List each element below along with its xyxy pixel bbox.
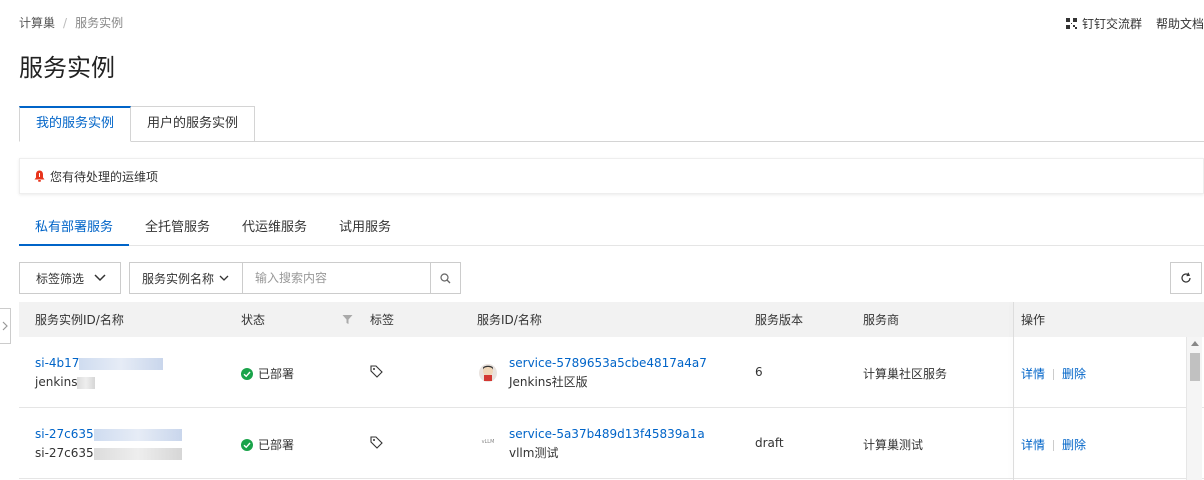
actions-cell: 详情 删除 — [1021, 436, 1086, 453]
service-name: vllm测试 — [509, 446, 559, 460]
table-header: 服务实例ID/名称 状态 标签 服务ID/名称 服务版本 服务商 操作 — [19, 302, 1204, 337]
tab-my-instances[interactable]: 我的服务实例 — [19, 106, 132, 142]
tag-icon[interactable] — [370, 365, 383, 378]
table-row: si-27c635 si-27c635 已部署 vLLM service-5a3… — [19, 408, 1204, 479]
top-links: 钉钉交流群 帮助文档 — [1065, 15, 1204, 32]
sidebar-toggle-handle[interactable] — [0, 308, 11, 344]
col-provider: 服务商 — [863, 313, 900, 327]
instance-id-cell: si-4b17 — [35, 356, 164, 370]
tag-filter-dropdown[interactable]: 标签筛选 — [19, 262, 121, 294]
provider-cell: 计算巢社区服务 — [863, 367, 948, 381]
instance-name: jenkins — [35, 375, 78, 389]
main-tabs: 我的服务实例 用户的服务实例 — [19, 106, 256, 142]
alarm-bell-icon — [34, 170, 45, 182]
instance-name-cell: si-27c635 — [35, 446, 182, 460]
status-text: 已部署 — [258, 367, 295, 381]
action-separator — [1053, 369, 1055, 380]
details-link[interactable]: 详情 — [1021, 367, 1045, 381]
actions-cell: 详情 删除 — [1021, 365, 1086, 382]
redacted-mask — [93, 428, 182, 441]
scroll-thumb[interactable] — [1190, 353, 1200, 381]
instance-name-cell: jenkins — [35, 375, 96, 389]
instance-name: si-27c635 — [35, 446, 94, 460]
service-name: Jenkins社区版 — [509, 375, 588, 389]
provider-cell: 计算巢测试 — [863, 438, 924, 452]
version-cell: draft — [755, 436, 784, 450]
search-group: 服务实例名称 — [129, 262, 461, 294]
tab-user-instances[interactable]: 用户的服务实例 — [131, 106, 256, 142]
tag-filter-label: 标签筛选 — [36, 271, 85, 286]
search-icon — [440, 272, 451, 283]
action-separator — [1053, 440, 1055, 451]
redacted-mask — [79, 357, 164, 370]
notice-text: 您有待处理的运维项 — [50, 169, 159, 184]
table-row: si-4b17 jenkins 已部署 service-5789653a5cbe… — [19, 337, 1204, 408]
chevron-down-icon — [219, 275, 229, 281]
service-logo-jenkins — [479, 364, 497, 382]
actions-column-divider — [1013, 302, 1014, 480]
version-cell: 6 — [755, 365, 763, 379]
service-id-link[interactable]: service-5789653a5cbe4817a4a7 — [509, 356, 707, 370]
col-service: 服务ID/名称 — [477, 313, 542, 327]
dingtalk-link[interactable]: 钉钉交流群 — [1065, 15, 1142, 32]
status-text: 已部署 — [258, 438, 295, 452]
breadcrumb: 计算巢 / 服务实例 — [19, 14, 123, 31]
tab-fully-managed[interactable]: 全托管服务 — [129, 214, 226, 246]
instance-id-link[interactable]: si-4b17 — [35, 356, 79, 370]
tag-icon[interactable] — [370, 436, 383, 449]
tab-trial[interactable]: 试用服务 — [323, 214, 407, 246]
col-tags: 标签 — [370, 313, 395, 327]
instance-id-link[interactable]: si-27c635 — [35, 427, 94, 441]
chevron-down-icon — [94, 274, 106, 282]
tab-private-deploy[interactable]: 私有部署服务 — [19, 214, 130, 246]
details-link[interactable]: 详情 — [1021, 438, 1045, 452]
col-actions: 操作 — [1021, 313, 1046, 327]
instance-id-cell: si-27c635 — [35, 427, 182, 441]
col-status: 状态 — [241, 313, 266, 327]
scroll-up-arrow-icon[interactable] — [1191, 341, 1199, 346]
delete-link[interactable]: 删除 — [1062, 367, 1086, 381]
help-link[interactable]: 帮助文档 — [1156, 15, 1204, 32]
service-cell: service-5a37b489d13f45839a1a vllm测试 — [509, 427, 705, 461]
ops-notice[interactable]: 您有待处理的运维项 — [19, 158, 1204, 194]
chevron-right-icon — [2, 321, 8, 331]
col-version: 服务版本 — [755, 313, 804, 327]
vllm-logo-icon: vLLM — [481, 439, 495, 445]
search-type-label: 服务实例名称 — [142, 271, 215, 286]
search-input[interactable] — [243, 263, 430, 293]
redacted-mask — [77, 376, 96, 389]
check-circle-icon — [241, 438, 253, 451]
breadcrumb-current: 服务实例 — [75, 16, 124, 30]
status-cell: 已部署 — [241, 436, 294, 453]
service-cell: service-5789653a5cbe4817a4a7 Jenkins社区版 — [509, 356, 707, 390]
breadcrumb-separator: / — [63, 16, 68, 30]
delete-link[interactable]: 删除 — [1062, 438, 1086, 452]
service-id-link[interactable]: service-5a37b489d13f45839a1a — [509, 427, 705, 441]
check-circle-icon — [241, 367, 253, 380]
page-title: 服务实例 — [19, 54, 115, 82]
instances-table: 服务实例ID/名称 状态 标签 服务ID/名称 服务版本 服务商 操作 si-4… — [19, 302, 1204, 480]
table-scrollbar[interactable] — [1186, 337, 1202, 480]
dingtalk-label: 钉钉交流群 — [1081, 17, 1142, 31]
refresh-icon — [1181, 272, 1191, 283]
breadcrumb-root[interactable]: 计算巢 — [19, 16, 55, 30]
search-button[interactable] — [430, 263, 460, 293]
sub-tabs: 私有部署服务 全托管服务 代运维服务 试用服务 — [19, 214, 407, 246]
status-cell: 已部署 — [241, 365, 294, 382]
jenkins-logo-icon — [483, 365, 493, 381]
tab-managed-ops[interactable]: 代运维服务 — [226, 214, 323, 246]
search-type-select[interactable]: 服务实例名称 — [130, 263, 243, 293]
refresh-button[interactable] — [1170, 262, 1202, 294]
redacted-mask — [93, 447, 182, 460]
qrcode-icon — [1065, 18, 1077, 29]
col-instance: 服务实例ID/名称 — [35, 313, 124, 327]
filter-icon[interactable] — [342, 314, 353, 325]
